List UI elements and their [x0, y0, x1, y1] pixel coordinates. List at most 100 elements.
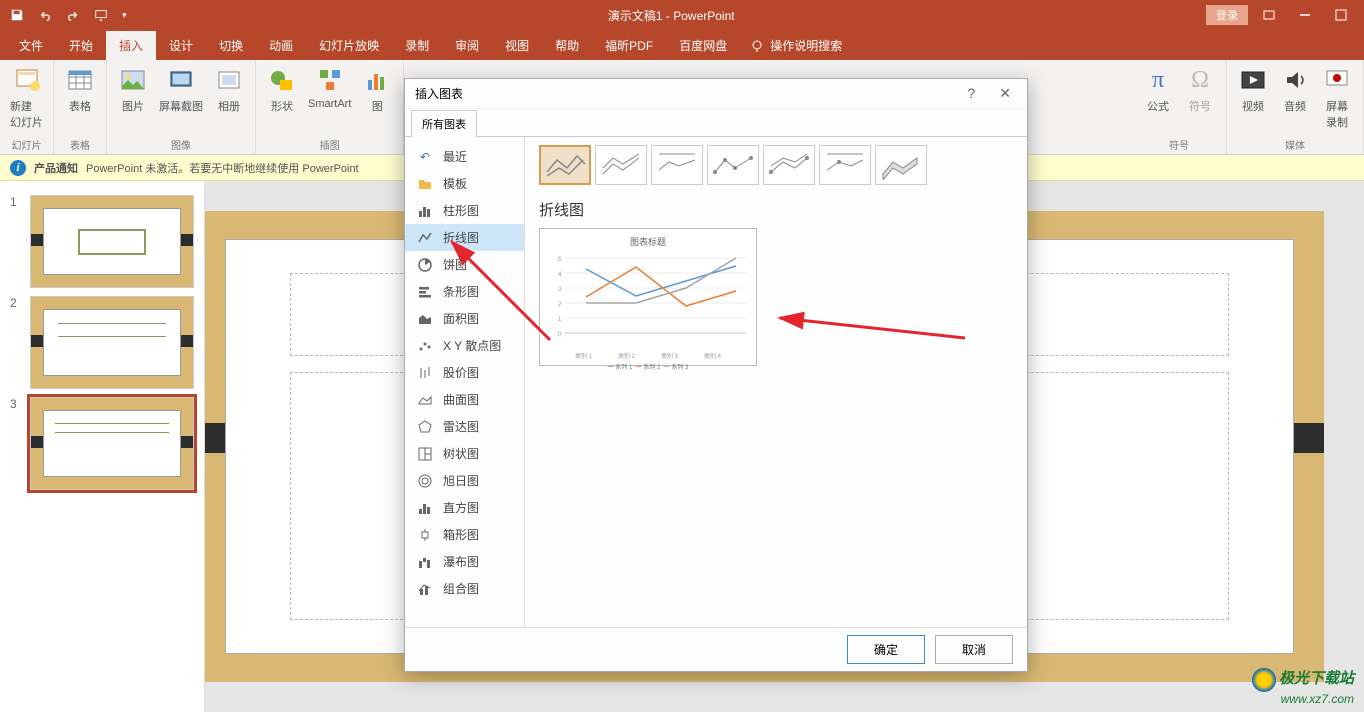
- slide-number: 1: [10, 195, 22, 288]
- surface-chart-icon: [417, 392, 433, 408]
- treemap-chart-icon: [417, 446, 433, 462]
- cat-surface[interactable]: 曲面图: [405, 386, 524, 413]
- cat-bar[interactable]: 条形图: [405, 278, 524, 305]
- screenshot-button[interactable]: 屏幕截图: [159, 64, 203, 114]
- cat-histogram[interactable]: 直方图: [405, 494, 524, 521]
- cat-recent[interactable]: ↶最近: [405, 143, 524, 170]
- group-slides: 幻灯片: [12, 135, 42, 152]
- subtype-line-markers[interactable]: [707, 145, 759, 185]
- slide-thumbnail-2[interactable]: [30, 296, 194, 389]
- login-button[interactable]: 登录: [1206, 5, 1248, 25]
- tab-animations[interactable]: 动画: [256, 31, 306, 60]
- chart-button[interactable]: 图: [361, 64, 393, 114]
- cat-pie[interactable]: 饼图: [405, 251, 524, 278]
- svg-text:1: 1: [558, 317, 562, 323]
- subtype-3d-line[interactable]: [875, 145, 927, 185]
- group-media: 媒体: [1285, 135, 1305, 152]
- subtype-stacked-line-markers[interactable]: [763, 145, 815, 185]
- tab-view[interactable]: 视图: [492, 31, 542, 60]
- ribbon-display-icon[interactable]: [1254, 4, 1284, 26]
- insert-chart-dialog: 插入图表 ? ✕ 所有图表 ↶最近 模板 柱形图 折线图 饼图 条形图 面积图 …: [404, 78, 1028, 672]
- dialog-help-icon[interactable]: ?: [961, 83, 981, 104]
- equation-button[interactable]: π公式: [1142, 64, 1174, 114]
- minimize-icon[interactable]: [1290, 4, 1320, 26]
- cat-line[interactable]: 折线图: [405, 224, 524, 251]
- cancel-button[interactable]: 取消: [935, 635, 1013, 664]
- tab-baidu[interactable]: 百度网盘: [666, 31, 740, 60]
- window-title: 演示文稿1 - PowerPoint: [137, 7, 1206, 24]
- tab-help[interactable]: 帮助: [542, 31, 592, 60]
- smartart-icon: [314, 64, 346, 96]
- cat-treemap[interactable]: 树状图: [405, 440, 524, 467]
- tab-home[interactable]: 开始: [56, 31, 106, 60]
- start-slideshow-icon[interactable]: [94, 8, 108, 22]
- audio-button[interactable]: 音频: [1279, 64, 1311, 130]
- table-button[interactable]: 表格: [64, 64, 96, 114]
- cat-column[interactable]: 柱形图: [405, 197, 524, 224]
- tab-review[interactable]: 审阅: [442, 31, 492, 60]
- group-tables: 表格: [70, 135, 90, 152]
- cat-sunburst[interactable]: 旭日图: [405, 467, 524, 494]
- chart-preview[interactable]: 图表标题 01 23 45 类别 1类别 2 类别 3类别 4: [539, 228, 757, 366]
- subtype-100-stacked-line-markers[interactable]: [819, 145, 871, 185]
- album-button[interactable]: 相册: [213, 64, 245, 114]
- tab-transitions[interactable]: 切换: [206, 31, 256, 60]
- cat-combo[interactable]: 组合图: [405, 575, 524, 602]
- group-illustrations: 插图: [320, 135, 340, 152]
- picture-button[interactable]: 图片: [117, 64, 149, 114]
- chart-type-label: 折线图: [539, 199, 1013, 220]
- ok-button[interactable]: 确定: [847, 635, 925, 664]
- area-chart-icon: [417, 311, 433, 327]
- save-icon[interactable]: [10, 8, 24, 22]
- cat-radar[interactable]: 雷达图: [405, 413, 524, 440]
- slide-thumbnail-1[interactable]: [30, 195, 194, 288]
- slide-thumbnail-3[interactable]: [30, 397, 194, 490]
- album-icon: [213, 64, 245, 96]
- tab-foxit[interactable]: 福昕PDF: [592, 31, 666, 60]
- titlebar: ▾ 演示文稿1 - PowerPoint 登录: [0, 0, 1364, 30]
- screen-recording-icon: [1321, 64, 1353, 96]
- symbol-icon: Ω: [1184, 64, 1216, 96]
- dialog-tab-all-charts[interactable]: 所有图表: [411, 110, 477, 137]
- new-slide-icon: [11, 64, 43, 96]
- tab-record[interactable]: 录制: [392, 31, 442, 60]
- tab-insert[interactable]: 插入: [106, 31, 156, 60]
- svg-text:3: 3: [558, 287, 562, 293]
- slide-number: 3: [10, 397, 22, 490]
- dialog-close-icon[interactable]: ✕: [993, 83, 1017, 104]
- screen-recording-button[interactable]: 屏幕 录制: [1321, 64, 1353, 130]
- symbol-button[interactable]: Ω符号: [1184, 64, 1216, 114]
- video-button[interactable]: 视频: [1237, 64, 1269, 130]
- subtype-100-stacked-line[interactable]: [651, 145, 703, 185]
- preview-chart-svg: 01 23 45: [546, 248, 750, 346]
- subtype-line[interactable]: [539, 145, 591, 185]
- recent-icon: ↶: [417, 149, 433, 165]
- shapes-button[interactable]: 形状: [266, 64, 298, 114]
- histogram-chart-icon: [417, 500, 433, 516]
- tab-design[interactable]: 设计: [156, 31, 206, 60]
- slide-panel[interactable]: 1 2 3: [0, 181, 205, 712]
- tell-me-search[interactable]: 操作说明搜索: [750, 37, 842, 60]
- pie-chart-icon: [417, 257, 433, 273]
- tab-slideshow[interactable]: 幻灯片放映: [306, 31, 392, 60]
- subtype-stacked-line[interactable]: [595, 145, 647, 185]
- scatter-chart-icon: [417, 338, 433, 354]
- redo-icon[interactable]: [66, 8, 80, 22]
- cat-waterfall[interactable]: 瀑布图: [405, 548, 524, 575]
- cat-template[interactable]: 模板: [405, 170, 524, 197]
- combo-chart-icon: [417, 581, 433, 597]
- cat-area[interactable]: 面积图: [405, 305, 524, 332]
- qat-more-icon[interactable]: ▾: [122, 10, 127, 21]
- smartart-button[interactable]: SmartArt: [308, 64, 351, 114]
- undo-icon[interactable]: [38, 8, 52, 22]
- folder-icon: [417, 176, 433, 192]
- cat-stock[interactable]: 股价图: [405, 359, 524, 386]
- chart-category-list: ↶最近 模板 柱形图 折线图 饼图 条形图 面积图 X Y 散点图 股价图 曲面…: [405, 137, 525, 627]
- cat-xy[interactable]: X Y 散点图: [405, 332, 524, 359]
- tab-file[interactable]: 文件: [6, 31, 56, 60]
- new-slide-button[interactable]: 新建 幻灯片: [10, 64, 43, 130]
- dialog-title: 插入图表: [415, 85, 463, 102]
- maximize-icon[interactable]: [1326, 4, 1356, 26]
- audio-icon: [1279, 64, 1311, 96]
- cat-boxwhisker[interactable]: 箱形图: [405, 521, 524, 548]
